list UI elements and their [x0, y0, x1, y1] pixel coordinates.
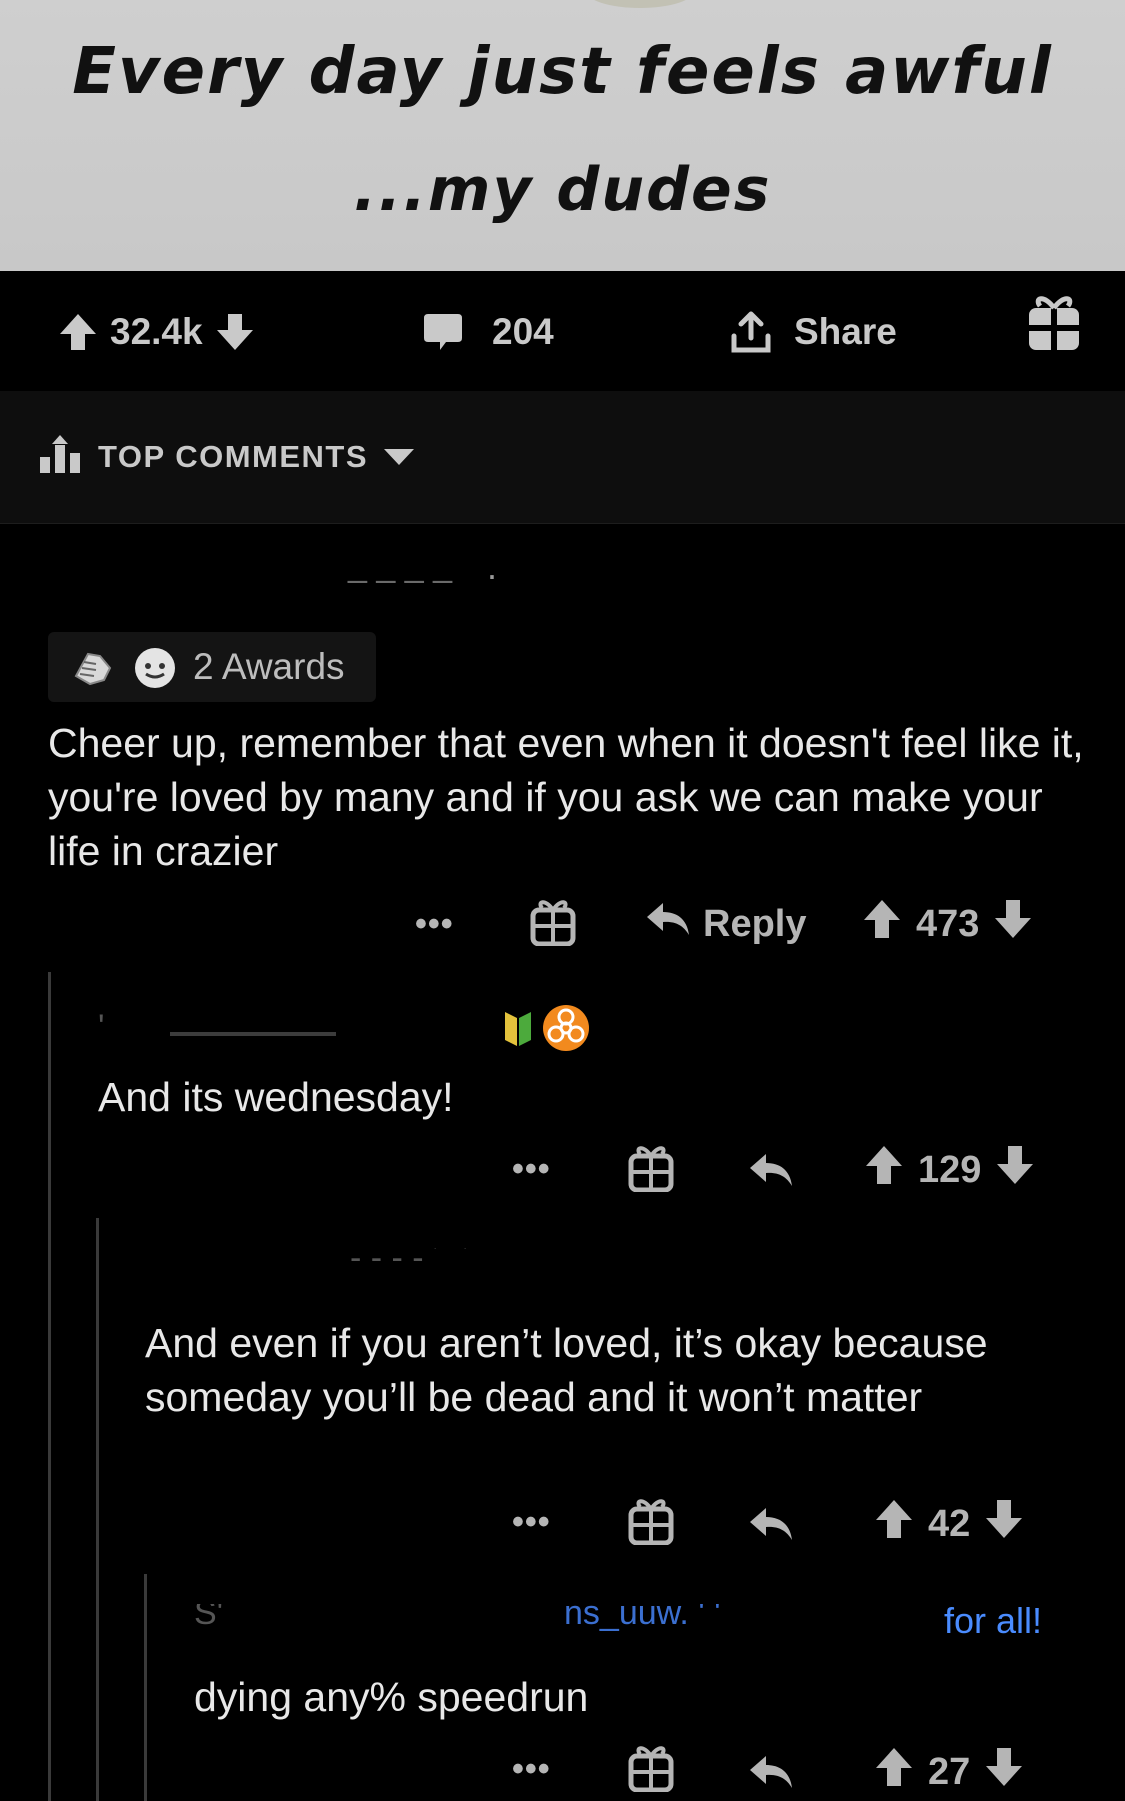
comment-3-more-button[interactable]: ••• [512, 1503, 551, 1542]
comment-2-vote-group: 129 [864, 1146, 1035, 1194]
comment-sort-bar[interactable]: TOP COMMENTS [0, 391, 1125, 524]
chevron-down-icon[interactable] [382, 447, 416, 472]
downvote-icon[interactable] [984, 1746, 1024, 1798]
thread-line-2 [96, 1218, 99, 1801]
gift-icon [1026, 292, 1082, 352]
award-fist-icon [70, 646, 116, 693]
post-action-bar: 32.4k 204 Share [0, 271, 1125, 391]
comment-4-vote-group: 27 [874, 1748, 1024, 1796]
comment-4-body: dying any% speedrun [194, 1674, 589, 1720]
reply-arrow-icon [645, 899, 691, 949]
thread-line-3 [144, 1574, 147, 1801]
awards-count: 2 Awards [193, 646, 345, 687]
comment-4-score: 27 [928, 1750, 971, 1793]
comment-4-award-icon[interactable] [628, 1744, 674, 1797]
comment-2-score: 129 [918, 1148, 982, 1191]
award-wholesome-icon [132, 646, 178, 695]
comment-1-award-icon[interactable] [530, 898, 576, 951]
comment-1-more-button[interactable]: ••• [415, 905, 454, 944]
downvote-icon[interactable] [984, 1498, 1024, 1550]
share-button[interactable]: Share [730, 311, 897, 353]
comment-1-score: 473 [916, 902, 980, 945]
comment-4-more-button[interactable]: ••• [512, 1750, 551, 1789]
comment-3-vote-group: 42 [874, 1500, 1024, 1548]
comment-3-reply-icon[interactable] [748, 1504, 794, 1549]
comment-3-score: 42 [928, 1502, 971, 1545]
comment-4-reply-icon[interactable] [748, 1752, 794, 1797]
meme-text-line1: Every day just feels awful [72, 35, 1053, 109]
upvote-icon[interactable] [864, 1144, 904, 1196]
comment-1-body: Cheer up, remember that even when it doe… [48, 720, 1084, 874]
image-blob [585, 0, 695, 8]
upvote-icon[interactable] [874, 1498, 914, 1550]
downvote-icon[interactable] [993, 898, 1033, 950]
comment-1-meta: ' _ _ _ _ · 10h [48, 560, 548, 596]
comment-1-reply-label: Reply [703, 902, 807, 945]
comment-3-meta: - - - - ⌒ [350, 1248, 468, 1268]
post-vote-group: 32.4k [58, 311, 255, 353]
upvote-icon[interactable] [58, 312, 98, 352]
award-button[interactable] [1026, 296, 1082, 350]
comment-2-meta: ' [98, 1008, 428, 1048]
comment-3-award-icon[interactable] [628, 1497, 674, 1550]
comment-bubble-icon [422, 312, 464, 352]
post-image[interactable]: Every day just feels awful ...my dudes [0, 0, 1125, 271]
comment-1-reply-button[interactable]: Reply [645, 900, 806, 948]
comment-4-meta: S' ns_uuw. ' ' for all! [194, 1604, 1074, 1644]
sort-label: TOP COMMENTS [98, 439, 369, 474]
upvote-icon[interactable] [874, 1746, 914, 1798]
share-label: Share [794, 311, 897, 352]
comment-2-reply-icon[interactable] [748, 1150, 794, 1195]
share-icon [730, 310, 772, 354]
sort-bars-icon [40, 435, 82, 480]
thread-line-1 [48, 972, 51, 1801]
comment-2-award-icon[interactable] [628, 1144, 674, 1197]
biohazard-icon [541, 1003, 591, 1058]
comment-1-time: · 10h [486, 560, 498, 595]
awards-badge[interactable]: 2 Awards [48, 632, 376, 702]
comment-1-vote-group: 473 [862, 900, 1033, 948]
comment-3-body: And even if you aren’t loved, it’s okay … [145, 1320, 988, 1420]
downvote-icon[interactable] [995, 1144, 1035, 1196]
comment-count: 204 [492, 311, 554, 352]
meme-text-line2: ...my dudes [353, 155, 772, 225]
downvote-icon[interactable] [215, 312, 255, 352]
flair-badge-icon [503, 1008, 533, 1053]
comments-button[interactable]: 204 [422, 311, 554, 353]
post-score: 32.4k [110, 311, 203, 352]
upvote-icon[interactable] [862, 898, 902, 950]
comment-4-flair: for all! [944, 1604, 1043, 1641]
comment-2-body: And its wednesday! [98, 1074, 454, 1120]
comment-2-more-button[interactable]: ••• [512, 1150, 551, 1189]
